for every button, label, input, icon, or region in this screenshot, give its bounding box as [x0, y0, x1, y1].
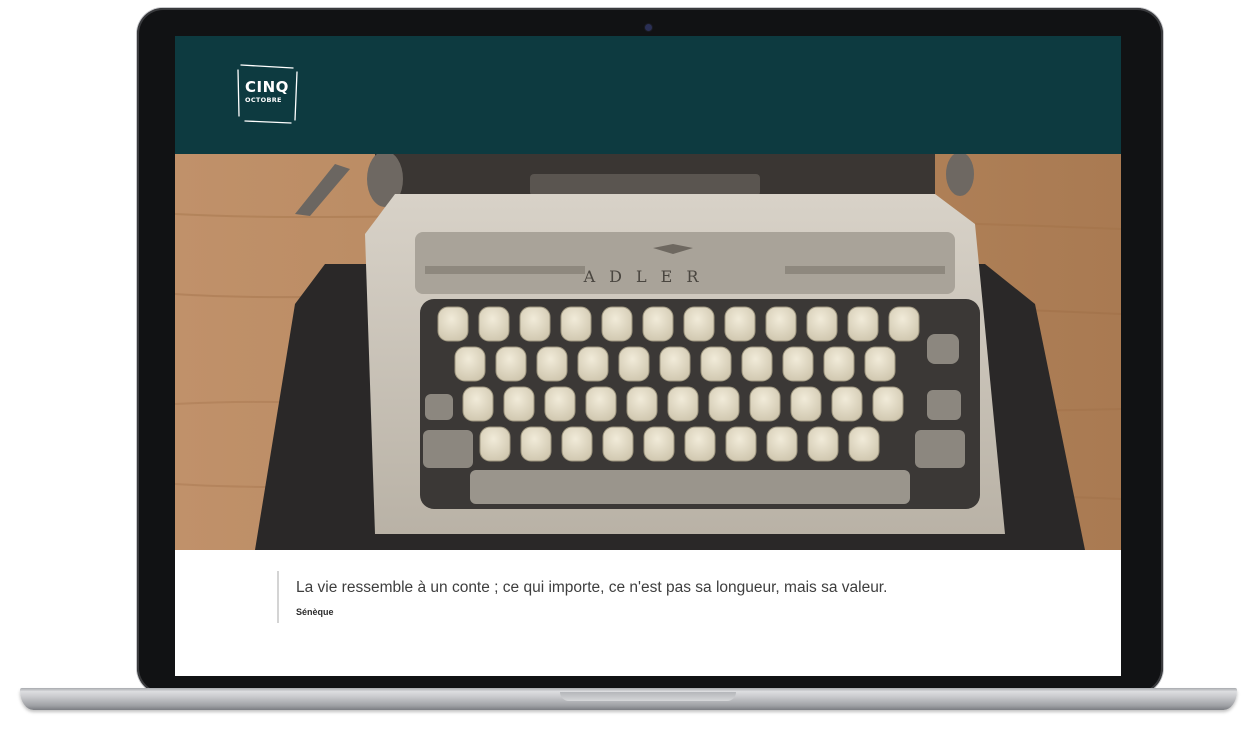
typewriter-photo: ADLER — [175, 154, 1121, 550]
quote-block: La vie ressemble à un conte ; ce qui imp… — [277, 571, 1097, 623]
camera-icon — [645, 24, 652, 31]
typewriter-brand: ADLER — [583, 267, 713, 286]
quote-text: La vie ressemble à un conte ; ce qui imp… — [296, 579, 888, 596]
laptop-screen: CINQ OCTOBRE ADLER La vie ressemble à un… — [175, 36, 1121, 676]
laptop-open-notch — [560, 692, 736, 701]
quote-author: Sénèque — [296, 607, 334, 617]
hero-image: ADLER — [175, 154, 1121, 550]
site-header: CINQ OCTOBRE — [175, 36, 1121, 154]
site-logo[interactable]: CINQ OCTOBRE — [235, 62, 301, 126]
logo-wordmark: CINQ — [245, 78, 289, 96]
logo-subline: OCTOBRE — [245, 96, 282, 104]
